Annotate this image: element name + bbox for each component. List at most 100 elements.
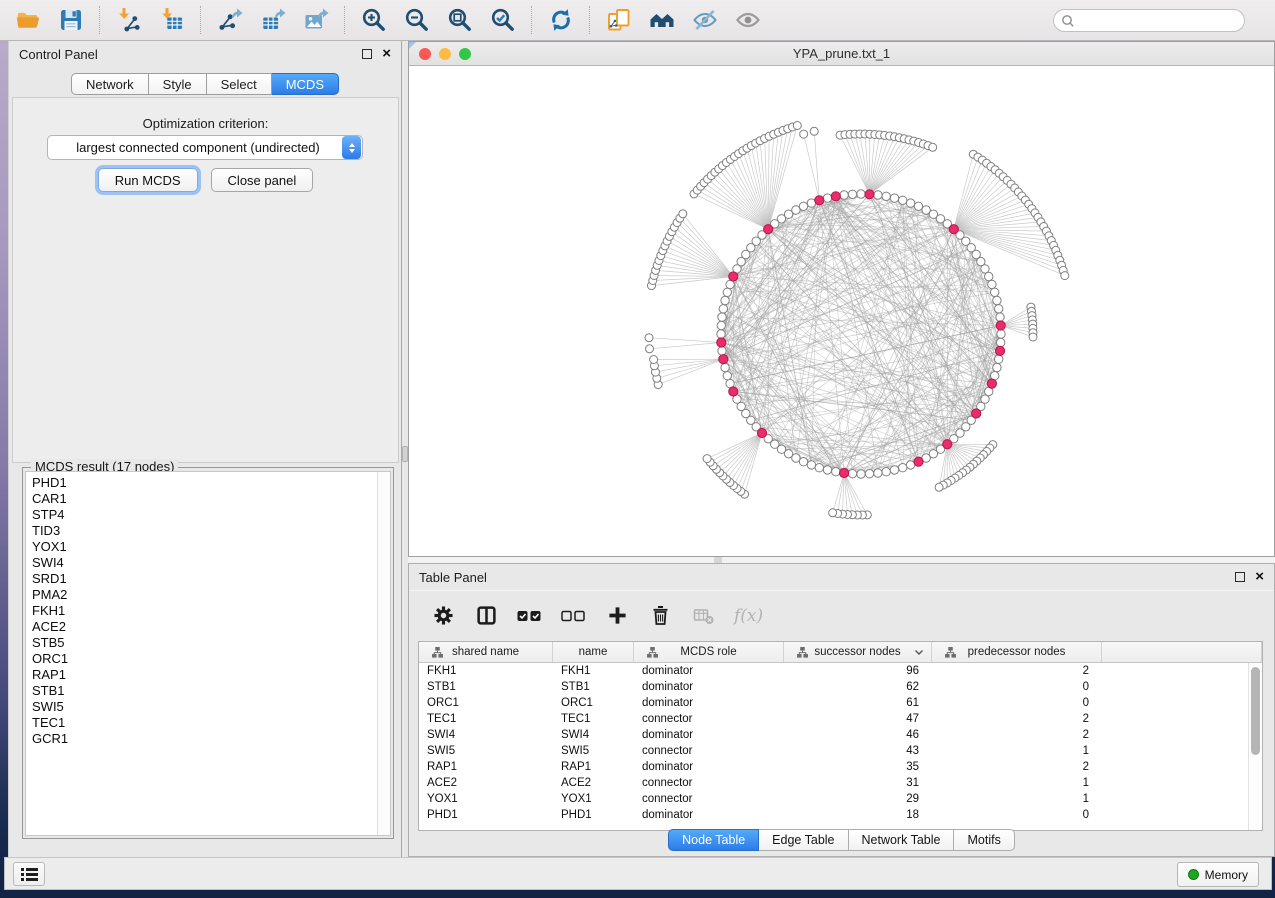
open-file-button[interactable]	[6, 3, 49, 37]
refresh-layout-button[interactable]	[539, 3, 582, 37]
cell: 2	[932, 663, 1102, 679]
zoom-selected-button[interactable]	[481, 3, 524, 37]
column-label: name	[579, 646, 608, 658]
import-network-button[interactable]	[107, 3, 150, 37]
mcds-list-scrollbar[interactable]	[377, 472, 390, 835]
export-image-button[interactable]	[294, 3, 337, 37]
column-header-MCDS-role[interactable]: MCDS role	[634, 642, 784, 662]
float-table-panel-icon[interactable]	[1235, 572, 1245, 582]
table-row[interactable]: SWI5SWI5connector431	[419, 743, 1262, 759]
mcds-node[interactable]	[949, 225, 958, 234]
run-mcds-button[interactable]: Run MCDS	[98, 168, 198, 192]
table-row[interactable]: ACE2ACE2connector311	[419, 775, 1262, 791]
tab-network-table[interactable]: Network Table	[849, 829, 955, 851]
import-table-button[interactable]	[150, 3, 193, 37]
mcds-node[interactable]	[729, 387, 738, 396]
mcds-node[interactable]	[943, 440, 952, 449]
mcds-result-item[interactable]: ORC1	[32, 651, 390, 667]
mcds-result-item[interactable]: FKH1	[32, 603, 390, 619]
float-panel-icon[interactable]	[362, 49, 372, 59]
table-row[interactable]: PHD1PHD1dominator180	[419, 807, 1262, 823]
search-input[interactable]	[1053, 9, 1245, 32]
memory-button[interactable]: Memory	[1177, 862, 1259, 887]
close-table-panel-icon[interactable]: ×	[1255, 572, 1264, 582]
mcds-node[interactable]	[914, 457, 923, 466]
table-row[interactable]: FKH1FKH1dominator962	[419, 663, 1262, 679]
table-row[interactable]: STB1STB1dominator620	[419, 679, 1262, 695]
table-row[interactable]: RAP1RAP1dominator352	[419, 759, 1262, 775]
show-panels-button[interactable]	[13, 862, 45, 886]
network-canvas[interactable]	[409, 66, 1274, 556]
first-neighbors-button[interactable]	[640, 3, 683, 37]
mcds-result-item[interactable]: SWI4	[32, 555, 390, 571]
criterion-dropdown[interactable]: largest connected component (undirected)	[47, 135, 363, 160]
tab-style[interactable]: Style	[149, 73, 207, 95]
mcds-result-item[interactable]: YOX1	[32, 539, 390, 555]
table-row[interactable]: ORC1ORC1dominator610	[419, 695, 1262, 711]
mcds-node[interactable]	[719, 355, 728, 364]
mcds-result-item[interactable]: STB1	[32, 683, 390, 699]
table-row[interactable]: TEC1TEC1connector472	[419, 711, 1262, 727]
close-panel-button[interactable]: Close panel	[211, 168, 314, 192]
mcds-result-item[interactable]: SWI5	[32, 699, 390, 715]
mcds-result-item[interactable]: PHD1	[32, 475, 390, 491]
tab-select[interactable]: Select	[207, 73, 272, 95]
column-header-predecessor-nodes[interactable]: predecessor nodes	[932, 642, 1102, 662]
mcds-result-item[interactable]: STB5	[32, 635, 390, 651]
mcds-node[interactable]	[840, 468, 849, 477]
cell: connector	[634, 791, 784, 807]
tab-mcds[interactable]: MCDS	[272, 73, 339, 95]
mcds-result-item[interactable]: PMA2	[32, 587, 390, 603]
network-window-titlebar[interactable]: YPA_prune.txt_1	[409, 42, 1274, 66]
mcds-result-item[interactable]: CAR1	[32, 491, 390, 507]
column-header-shared-name[interactable]: shared name	[419, 642, 553, 662]
mcds-result-item[interactable]: GCR1	[32, 731, 390, 747]
table-scrollbar[interactable]	[1248, 663, 1262, 830]
mcds-node[interactable]	[865, 190, 874, 199]
mcds-result-list[interactable]: PHD1CAR1STP4TID3YOX1SWI4SRD1PMA2FKH1ACE2…	[25, 471, 391, 836]
export-network-button[interactable]	[208, 3, 251, 37]
settings-gear-button[interactable]	[431, 603, 455, 629]
mcds-result-item[interactable]: SRD1	[32, 571, 390, 587]
mcds-result-item[interactable]: STP4	[32, 507, 390, 523]
mcds-node[interactable]	[815, 196, 824, 205]
close-panel-icon[interactable]: ×	[382, 49, 391, 59]
table-scrollbar-thumb[interactable]	[1251, 667, 1260, 755]
mcds-node[interactable]	[729, 272, 738, 281]
tab-node-table[interactable]: Node Table	[668, 829, 759, 851]
mcds-node[interactable]	[996, 321, 1005, 330]
mcds-node[interactable]	[764, 225, 773, 234]
hide-selected-button[interactable]	[683, 3, 726, 37]
table-row[interactable]: YOX1YOX1connector291	[419, 791, 1262, 807]
tab-edge-table[interactable]: Edge Table	[759, 829, 848, 851]
tab-motifs[interactable]: Motifs	[954, 829, 1014, 851]
mcds-node[interactable]	[995, 346, 1004, 355]
select-all-button[interactable]	[517, 603, 542, 629]
mcds-node[interactable]	[831, 192, 840, 201]
mcds-node[interactable]	[987, 379, 996, 388]
column-visibility-button[interactable]	[474, 603, 498, 629]
mcds-result-item[interactable]: ACE2	[32, 619, 390, 635]
table-row[interactable]: SWI4SWI4dominator462	[419, 727, 1262, 743]
copy-network-style-button[interactable]	[597, 3, 640, 37]
mcds-node[interactable]	[717, 338, 726, 347]
save-session-button[interactable]	[49, 3, 92, 37]
mcds-node[interactable]	[972, 409, 981, 418]
mcds-result-item[interactable]: TID3	[32, 523, 390, 539]
deselect-all-button[interactable]	[561, 603, 586, 629]
show-all-button[interactable]	[726, 3, 769, 37]
zoom-in-button[interactable]	[352, 3, 395, 37]
add-column-button[interactable]	[605, 603, 629, 629]
column-header-name[interactable]: name	[553, 642, 634, 662]
export-table-button[interactable]	[251, 3, 294, 37]
tab-network[interactable]: Network	[71, 73, 149, 95]
mcds-node[interactable]	[757, 428, 766, 437]
mcds-result-item[interactable]: TEC1	[32, 715, 390, 731]
mcds-result-item[interactable]: RAP1	[32, 667, 390, 683]
zoom-out-button[interactable]	[395, 3, 438, 37]
column-header-successor-nodes[interactable]: successor nodes	[784, 642, 932, 662]
cell: ACE2	[419, 775, 553, 791]
cell: dominator	[634, 663, 784, 679]
zoom-fit-button[interactable]	[438, 3, 481, 37]
delete-column-button[interactable]	[648, 603, 672, 629]
